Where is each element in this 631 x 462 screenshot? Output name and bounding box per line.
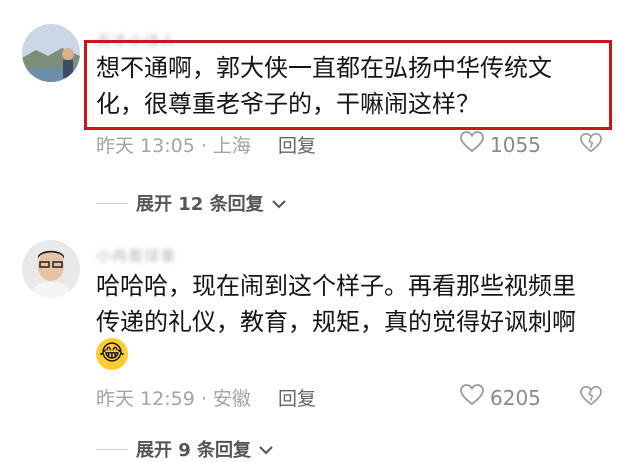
comment-text: 想不通啊，郭大侠一直都在弘扬中华传统文化，很尊重老爷子的，干嘛闹这样？ [96,54,552,118]
reply-button[interactable]: 回复 [278,131,316,158]
chevron-down-icon [271,193,286,214]
expand-replies-button[interactable]: 展开 12 条回复 [96,190,286,216]
like-count: 6205 [490,385,541,410]
laughing-emoji-icon: 😂 [96,338,128,370]
comment-username[interactable]: 小冉看球事 [96,245,176,266]
comment-time-location: 昨天 13:05 · 上海 [96,135,251,157]
comment-text: 哈哈哈，现在闹到这个样子。再看那些视频里传递的礼仪，教育，规矩，真的觉得好讽刺啊 [96,272,576,336]
comment-meta: 昨天 12:59 · 安徽 [96,384,251,411]
heart-icon [460,384,484,411]
expand-replies-label: 展开 9 条回复 [136,440,252,461]
like-button[interactable]: 1055 [460,131,541,158]
avatar[interactable] [22,240,80,298]
expand-replies-button[interactable]: 展开 9 条回复 [96,436,273,462]
comment-meta: 昨天 13:05 · 上海 [96,131,251,158]
like-count: 1055 [490,132,541,157]
heart-icon [460,131,484,158]
broken-heart-icon [580,386,602,411]
broken-heart-icon [580,133,602,158]
divider-line [96,448,128,450]
avatar[interactable] [22,24,80,82]
dislike-button[interactable] [580,132,602,158]
like-button[interactable]: 6205 [460,384,541,411]
chevron-down-icon [259,439,273,460]
expand-replies-label: 展开 12 条回复 [136,194,264,215]
comment-time-location: 昨天 12:59 · 安徽 [96,388,251,410]
reply-button[interactable]: 回复 [278,384,316,411]
dislike-button[interactable] [580,385,602,411]
divider-line [96,202,128,204]
